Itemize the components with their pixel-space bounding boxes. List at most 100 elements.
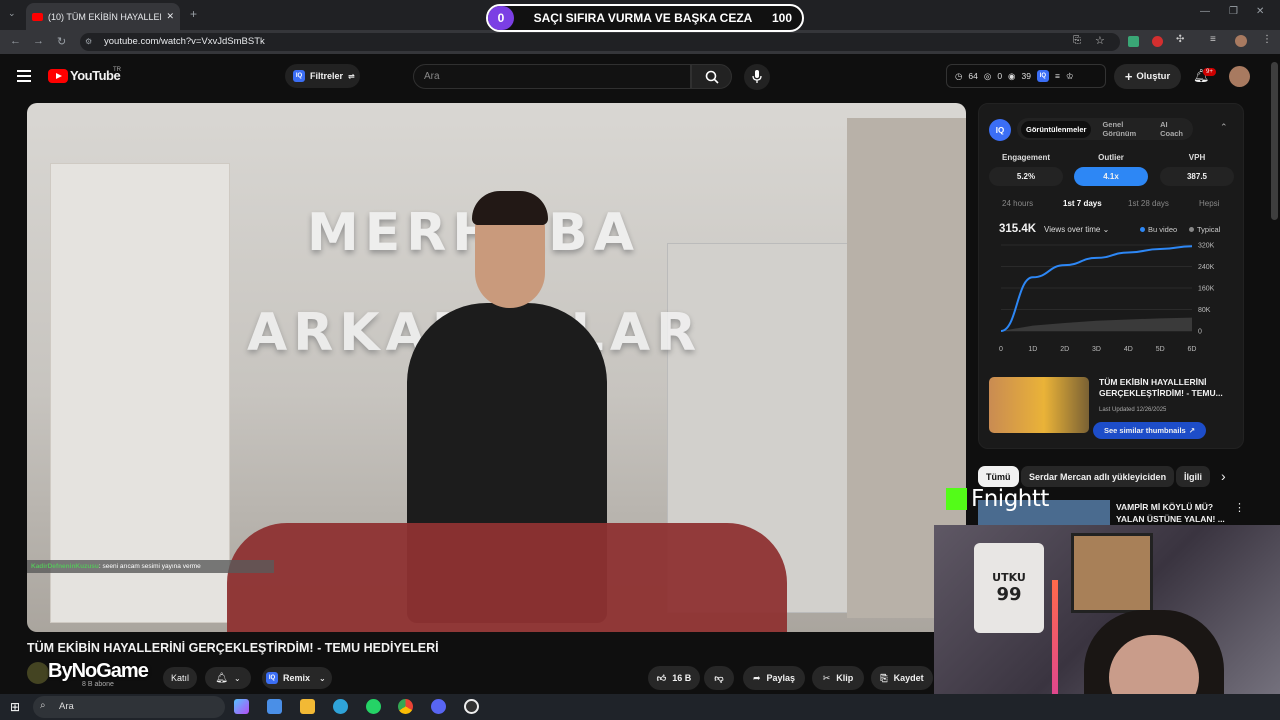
hamburger-menu-icon[interactable]	[17, 70, 31, 82]
like-button[interactable]: 👍︎ 16 B	[648, 666, 700, 690]
taskbar-search[interactable]: Ara	[33, 696, 225, 718]
collapse-chevron-icon[interactable]: ⌃	[1220, 122, 1228, 133]
range-7d[interactable]: 1st 7 days	[1063, 199, 1102, 208]
windows-start-icon[interactable]: ⊞	[10, 700, 20, 714]
clock-icon: ◷	[955, 70, 963, 81]
legend-item: Typical	[1189, 225, 1220, 234]
forward-icon[interactable]: →	[33, 35, 44, 47]
join-button[interactable]: Katıl	[163, 667, 197, 689]
dislike-button[interactable]: 👎︎	[704, 666, 734, 690]
browser-tab[interactable]: (10) TÜM EKİBİN HAYALLERİNİ GERÇEKLEŞTİR…	[26, 3, 180, 30]
microphone-icon	[752, 70, 762, 83]
channel-avatar[interactable]	[27, 662, 49, 684]
save-button[interactable]: ⎘ Kaydet	[871, 666, 933, 690]
x-tick-label: 0	[999, 346, 1003, 353]
video-scene-door	[50, 163, 230, 623]
minimize-icon[interactable]: —	[1200, 6, 1210, 17]
share-arrow-icon: ➦	[752, 672, 761, 683]
filters-button[interactable]: IQ Filtreler ⇌	[285, 64, 360, 88]
extension-stats[interactable]: ◷ 64 ◎ 0 ◉ 39 IQ ≡ ♔	[946, 64, 1106, 88]
metric-value: 5.2%	[989, 167, 1063, 186]
back-icon[interactable]: ←	[10, 35, 21, 47]
remix-label: Remix	[283, 673, 311, 683]
bookmark-star-icon[interactable]: ☆	[1095, 34, 1105, 47]
file-explorer-icon[interactable]	[300, 699, 315, 714]
range-24h[interactable]: 24 hours	[1002, 199, 1033, 208]
subscription-bell-button[interactable]: 🔔︎ ⌄	[205, 667, 251, 689]
search-input[interactable]: Ara	[413, 64, 691, 89]
video-player[interactable]: MERHABA ARKADAŞLAR KadirDefneninKuzusu: …	[27, 103, 966, 632]
chevron-down-icon: ⌄	[319, 673, 326, 683]
external-link-icon: ↗	[1188, 426, 1195, 435]
trophy-icon[interactable]: ♔	[1066, 71, 1074, 82]
extension-icon[interactable]	[1152, 36, 1163, 47]
related-title[interactable]: TÜM EKİBİN HAYALLERİNİ GERÇEKLEŞTİRDİM! …	[1099, 377, 1239, 399]
discord-icon[interactable]	[431, 699, 446, 714]
whatsapp-icon[interactable]	[366, 699, 381, 714]
menu-icon[interactable]: ⋮	[1262, 34, 1272, 45]
address-bar[interactable]: youtube.com/watch?v=VxvJdSmBSTk	[80, 33, 1120, 51]
edge-icon[interactable]	[333, 699, 348, 714]
tab-views[interactable]: Görüntülenmeler	[1021, 120, 1092, 138]
reading-list-icon[interactable]: ≡	[1210, 34, 1216, 45]
search-icon: ⌕	[40, 700, 46, 711]
chip-related[interactable]: İlgili	[1176, 466, 1210, 487]
share-button[interactable]: ➦ Paylaş	[743, 666, 805, 690]
search-button[interactable]	[691, 64, 732, 89]
reload-icon[interactable]: ↻	[57, 35, 66, 48]
goal-current: 0	[488, 6, 514, 30]
y-tick-label: 240K	[1198, 264, 1215, 271]
extension-icon[interactable]	[1128, 36, 1139, 47]
install-app-icon[interactable]: ⎘	[1073, 35, 1081, 46]
extensions-puzzle-icon[interactable]: ✣	[1176, 34, 1184, 45]
chip-uploader[interactable]: Serdar Mercan adlı yükleyiciden	[1021, 466, 1175, 487]
list-icon[interactable]: ≡	[1055, 71, 1060, 81]
tab-list-icon[interactable]: ⌄	[8, 8, 16, 19]
chrome-icon[interactable]	[398, 699, 413, 714]
chevron-down-icon: ⌄	[234, 673, 241, 683]
metric-label: Outlier	[1098, 153, 1124, 162]
clip-button[interactable]: ✂ Klip	[812, 666, 864, 690]
store-icon[interactable]	[267, 699, 282, 714]
maximize-icon[interactable]: ❐	[1229, 6, 1238, 17]
profile-avatar[interactable]	[1235, 35, 1247, 47]
page-scrollbar[interactable]	[1271, 62, 1278, 220]
subscriber-count: 8 B abone	[82, 681, 114, 688]
youtube-logo-icon[interactable]	[48, 69, 68, 83]
more-options-icon[interactable]: ⋮	[1234, 501, 1245, 514]
close-window-icon[interactable]: ✕	[1256, 6, 1264, 17]
jersey-number: 99	[996, 584, 1022, 605]
search-icon	[705, 70, 719, 84]
goal-target: 100	[771, 11, 792, 25]
create-button[interactable]: + Oluştur	[1114, 64, 1181, 89]
thumbs-up-icon: 👍︎	[656, 672, 667, 683]
region-code: TR	[113, 67, 121, 73]
new-tab-icon[interactable]: +	[190, 7, 197, 21]
video-person-hair	[472, 191, 548, 225]
views-dropdown-label: Views over time	[1044, 225, 1101, 234]
copilot-icon[interactable]	[234, 699, 249, 714]
chevron-right-icon[interactable]: ›	[1221, 468, 1226, 484]
y-tick-label: 0	[1198, 329, 1202, 336]
close-tab-icon[interactable]: ✕	[166, 11, 174, 22]
related-thumbnail[interactable]	[989, 377, 1089, 433]
voice-search-button[interactable]	[744, 64, 770, 90]
site-info-icon[interactable]: ⚙	[85, 37, 92, 46]
remix-button[interactable]: IQ Remix ⌄	[262, 667, 332, 689]
filters-label: Filtreler	[310, 71, 344, 81]
account-avatar[interactable]	[1229, 66, 1250, 87]
save-label: Kaydet	[893, 673, 924, 683]
legend-label: Bu video	[1148, 225, 1178, 234]
chip-all[interactable]: Tümü	[978, 466, 1019, 487]
video-title: TÜM EKİBİN HAYALLERİNİ GERÇEKLEŞTİRDİM! …	[27, 641, 439, 655]
tab-overview[interactable]: Genel Görünüm	[1097, 116, 1149, 142]
tab-ai-coach[interactable]: AI Coach	[1155, 116, 1189, 142]
stat-value: 0	[997, 71, 1003, 81]
range-28d[interactable]: 1st 28 days	[1128, 199, 1169, 208]
views-dropdown[interactable]: Views over time ⌄	[1044, 225, 1109, 234]
range-all[interactable]: Hepsi	[1199, 199, 1219, 208]
sliders-icon: ⇌	[348, 71, 355, 81]
see-similar-thumbnails-button[interactable]: See similar thumbnails ↗	[1093, 422, 1206, 439]
sidebar-video-title[interactable]: VAMPİR Mİ KÖYLÜ MÜ? YALAN ÜSTÜNE YALAN! …	[1116, 501, 1225, 525]
obs-icon[interactable]	[464, 699, 479, 714]
